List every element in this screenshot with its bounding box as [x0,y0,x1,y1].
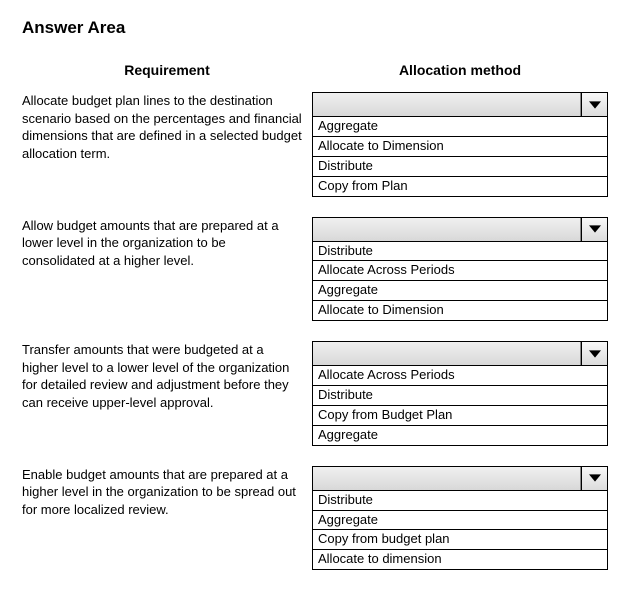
select-option[interactable]: Copy from Budget Plan [313,406,607,426]
chevron-down-icon[interactable] [581,342,607,365]
select-value [313,218,581,241]
question-row: Allocate budget plan lines to the destin… [22,92,608,197]
allocation-cell: DistributeAggregateCopy from budget plan… [312,466,608,571]
question-row: Enable budget amounts that are prepared … [22,466,608,571]
select-header[interactable] [313,342,607,366]
select-header[interactable] [313,218,607,242]
requirement-header: Requirement [22,62,312,78]
select-header[interactable] [313,93,607,117]
select-value [313,93,581,116]
chevron-down-icon[interactable] [581,218,607,241]
select-option[interactable]: Distribute [313,242,607,262]
select-option[interactable]: Allocate Across Periods [313,366,607,386]
column-headers: Requirement Allocation method [22,62,608,78]
select-option[interactable]: Aggregate [313,281,607,301]
select-option[interactable]: Distribute [313,157,607,177]
allocation-header: Allocation method [312,62,608,78]
allocation-select[interactable]: DistributeAllocate Across PeriodsAggrega… [312,217,608,322]
select-value [313,467,581,490]
requirement-text: Allow budget amounts that are prepared a… [22,217,312,270]
select-option[interactable]: Aggregate [313,511,607,531]
requirement-text: Transfer amounts that were budgeted at a… [22,341,312,411]
select-header[interactable] [313,467,607,491]
select-option[interactable]: Allocate to Dimension [313,301,607,320]
select-option[interactable]: Aggregate [313,117,607,137]
requirement-text: Allocate budget plan lines to the destin… [22,92,312,162]
allocation-cell: AggregateAllocate to DimensionDistribute… [312,92,608,197]
allocation-select[interactable]: Allocate Across PeriodsDistributeCopy fr… [312,341,608,446]
allocation-select[interactable]: DistributeAggregateCopy from budget plan… [312,466,608,571]
page-title: Answer Area [22,18,608,38]
select-value [313,342,581,365]
select-option[interactable]: Allocate to Dimension [313,137,607,157]
chevron-down-icon[interactable] [581,467,607,490]
select-option[interactable]: Aggregate [313,426,607,445]
allocation-select[interactable]: AggregateAllocate to DimensionDistribute… [312,92,608,197]
requirement-text: Enable budget amounts that are prepared … [22,466,312,519]
select-option[interactable]: Distribute [313,386,607,406]
select-option[interactable]: Allocate Across Periods [313,261,607,281]
allocation-cell: DistributeAllocate Across PeriodsAggrega… [312,217,608,322]
question-row: Transfer amounts that were budgeted at a… [22,341,608,446]
select-option[interactable]: Allocate to dimension [313,550,607,569]
select-option[interactable]: Copy from Plan [313,177,607,196]
select-option[interactable]: Copy from budget plan [313,530,607,550]
select-option[interactable]: Distribute [313,491,607,511]
chevron-down-icon[interactable] [581,93,607,116]
allocation-cell: Allocate Across PeriodsDistributeCopy fr… [312,341,608,446]
question-row: Allow budget amounts that are prepared a… [22,217,608,322]
